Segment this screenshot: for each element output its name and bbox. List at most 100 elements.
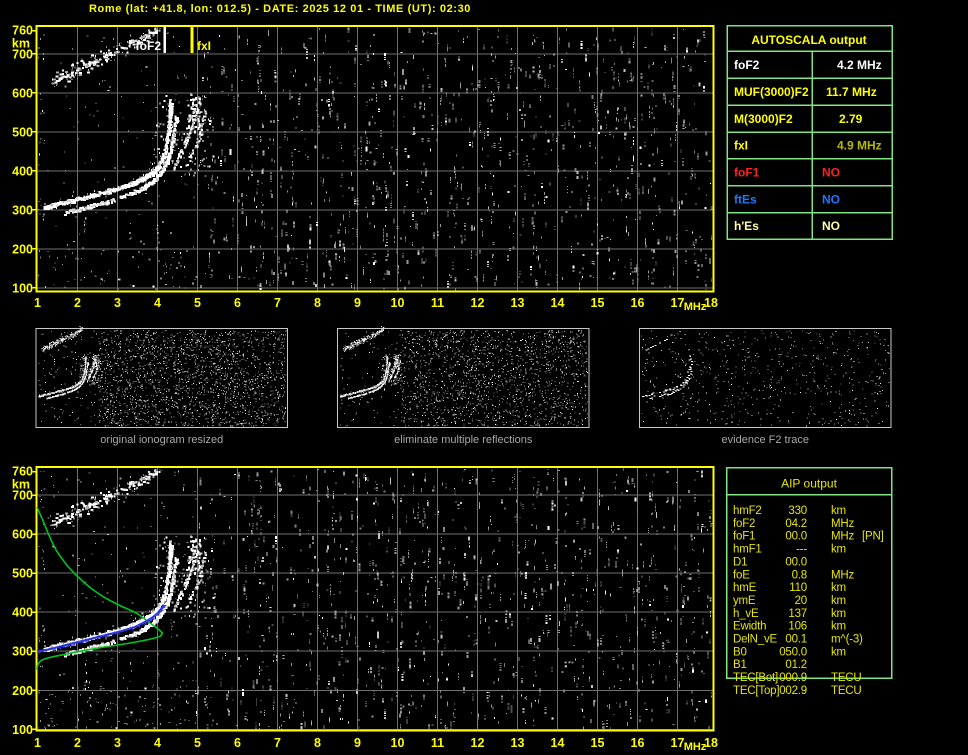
svg-text:Rome (lat: +41.8, lon: 012.5): Rome (lat: +41.8, lon: 012.5) - DATE: 20… bbox=[89, 3, 471, 15]
svg-text:foF2: foF2 bbox=[136, 39, 162, 53]
svg-text:MHz: MHz bbox=[684, 741, 707, 753]
svg-text:15: 15 bbox=[591, 296, 605, 310]
svg-text:2: 2 bbox=[74, 736, 81, 750]
svg-text:500: 500 bbox=[12, 567, 33, 581]
svg-text:3: 3 bbox=[114, 736, 121, 750]
svg-text:2.79: 2.79 bbox=[839, 112, 863, 126]
svg-text:400: 400 bbox=[12, 164, 33, 178]
svg-text:14: 14 bbox=[551, 736, 565, 750]
svg-text:NO: NO bbox=[822, 166, 840, 180]
svg-text:15: 15 bbox=[591, 736, 605, 750]
svg-text:km: km bbox=[831, 621, 846, 633]
svg-text:04.2: 04.2 bbox=[785, 518, 807, 530]
svg-text:ymE: ymE bbox=[733, 595, 756, 607]
svg-text:11: 11 bbox=[431, 296, 444, 310]
svg-text:17: 17 bbox=[671, 736, 685, 750]
svg-text:00.1: 00.1 bbox=[785, 634, 807, 646]
svg-text:MHz: MHz bbox=[831, 531, 854, 543]
svg-text:700: 700 bbox=[12, 47, 33, 61]
svg-text:6: 6 bbox=[234, 296, 241, 310]
svg-text:16: 16 bbox=[631, 296, 645, 310]
svg-text:137: 137 bbox=[788, 608, 807, 620]
svg-text:h_vE: h_vE bbox=[733, 608, 759, 620]
svg-text:5: 5 bbox=[194, 736, 201, 750]
svg-text:MUF(3000)F2: MUF(3000)F2 bbox=[734, 85, 809, 99]
svg-text:km: km bbox=[831, 544, 846, 556]
svg-text:2: 2 bbox=[74, 296, 81, 310]
svg-text:600: 600 bbox=[12, 528, 33, 542]
svg-text:Ewidth: Ewidth bbox=[733, 621, 766, 633]
svg-text:B1: B1 bbox=[733, 659, 747, 671]
svg-text:M(3000)F2: M(3000)F2 bbox=[734, 112, 793, 126]
svg-text:10: 10 bbox=[391, 736, 405, 750]
svg-text:17: 17 bbox=[671, 296, 685, 310]
svg-text:NO: NO bbox=[822, 219, 840, 233]
svg-text:km: km bbox=[831, 595, 846, 607]
svg-text:9: 9 bbox=[354, 296, 361, 310]
svg-text:D1: D1 bbox=[733, 556, 747, 568]
svg-text:600: 600 bbox=[12, 86, 33, 100]
svg-text:4.9 MHz: 4.9 MHz bbox=[837, 139, 882, 153]
svg-text:200: 200 bbox=[12, 242, 33, 256]
svg-text:MHz: MHz bbox=[831, 518, 854, 530]
svg-text:11.7 MHz: 11.7 MHz bbox=[826, 85, 877, 99]
svg-text:TECU: TECU bbox=[831, 685, 862, 697]
svg-text:00.0: 00.0 bbox=[785, 531, 807, 543]
svg-text:hmE: hmE bbox=[733, 582, 757, 594]
svg-text:16: 16 bbox=[631, 736, 645, 750]
svg-text:106: 106 bbox=[788, 621, 807, 633]
svg-text:[PN]: [PN] bbox=[862, 531, 884, 543]
svg-text:evidence F2 trace: evidence F2 trace bbox=[722, 434, 809, 446]
svg-text:MHz: MHz bbox=[684, 301, 707, 313]
svg-text:---: --- bbox=[796, 544, 807, 556]
svg-text:20: 20 bbox=[795, 595, 807, 607]
svg-text:foF2: foF2 bbox=[734, 58, 760, 72]
svg-text:7: 7 bbox=[274, 736, 281, 750]
svg-text:foF2: foF2 bbox=[733, 518, 755, 530]
svg-text:13: 13 bbox=[511, 736, 525, 750]
svg-text:MHz: MHz bbox=[831, 569, 854, 581]
svg-text:8: 8 bbox=[314, 296, 321, 310]
svg-text:NO: NO bbox=[822, 192, 840, 206]
svg-text:4: 4 bbox=[154, 296, 161, 310]
svg-text:100: 100 bbox=[12, 281, 33, 295]
svg-text:500: 500 bbox=[12, 125, 33, 139]
svg-text:AIP output: AIP output bbox=[781, 477, 837, 491]
svg-text:12: 12 bbox=[471, 736, 485, 750]
svg-text:original ionogram resized: original ionogram resized bbox=[100, 434, 223, 446]
svg-text:km: km bbox=[831, 505, 846, 517]
svg-text:330: 330 bbox=[788, 505, 807, 517]
svg-text:TEC[Bot]: TEC[Bot] bbox=[733, 672, 778, 684]
svg-text:7: 7 bbox=[274, 296, 281, 310]
svg-text:01.2: 01.2 bbox=[785, 659, 807, 671]
svg-text:ftEs: ftEs bbox=[734, 192, 757, 206]
svg-text:DelN_vE: DelN_vE bbox=[733, 634, 778, 646]
svg-text:760: 760 bbox=[12, 24, 33, 38]
svg-text:100: 100 bbox=[12, 723, 33, 737]
svg-text:hmF2: hmF2 bbox=[733, 505, 762, 517]
svg-text:00.0: 00.0 bbox=[785, 556, 807, 568]
svg-text:hmF1: hmF1 bbox=[733, 544, 762, 556]
svg-text:TECU: TECU bbox=[831, 672, 862, 684]
svg-text:14: 14 bbox=[551, 296, 565, 310]
svg-text:300: 300 bbox=[12, 203, 33, 217]
svg-text:4: 4 bbox=[154, 736, 161, 750]
svg-text:h'Es: h'Es bbox=[734, 219, 759, 233]
svg-text:0.8: 0.8 bbox=[792, 569, 807, 581]
svg-text:4.2 MHz: 4.2 MHz bbox=[837, 58, 882, 72]
svg-text:km: km bbox=[831, 582, 846, 594]
svg-text:foE: foE bbox=[733, 569, 750, 581]
svg-text:110: 110 bbox=[789, 582, 807, 594]
svg-text:foF1: foF1 bbox=[734, 166, 760, 180]
svg-text:200: 200 bbox=[12, 684, 33, 698]
svg-text:12: 12 bbox=[471, 296, 485, 310]
svg-text:eliminate multiple reflections: eliminate multiple reflections bbox=[394, 434, 533, 446]
svg-text:fxI: fxI bbox=[734, 139, 748, 153]
svg-text:000.9: 000.9 bbox=[779, 672, 807, 684]
svg-text:foF1: foF1 bbox=[733, 531, 755, 543]
svg-text:3: 3 bbox=[114, 296, 121, 310]
svg-text:TEC[Top]: TEC[Top] bbox=[733, 685, 779, 697]
svg-text:002.9: 002.9 bbox=[779, 685, 807, 697]
svg-text:9: 9 bbox=[354, 736, 361, 750]
svg-text:10: 10 bbox=[391, 296, 405, 310]
